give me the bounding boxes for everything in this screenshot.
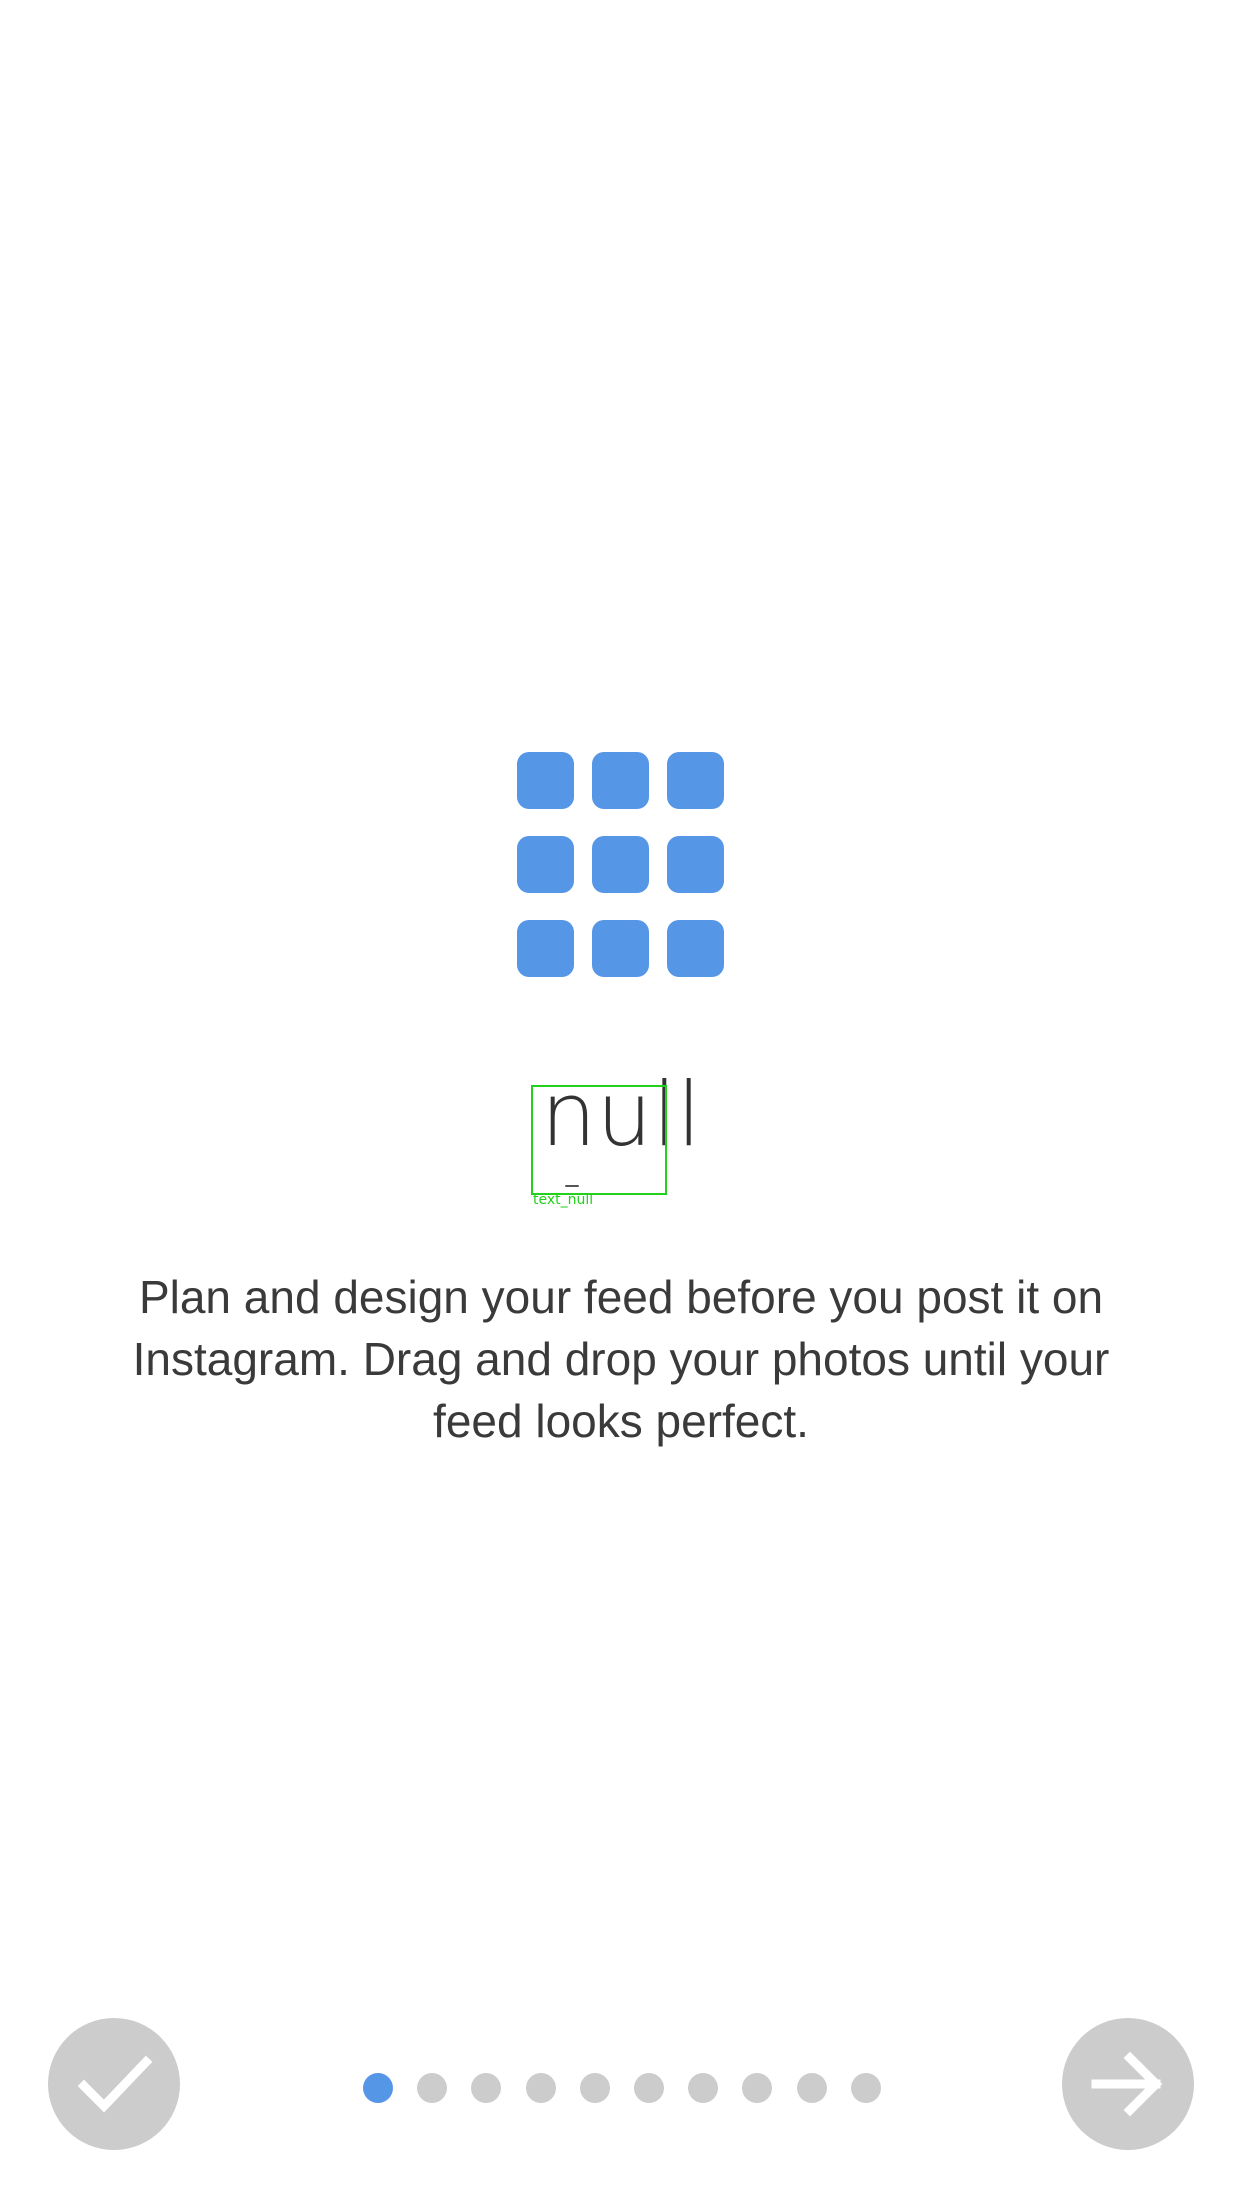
grid-tile (517, 752, 574, 809)
page-dot (634, 2073, 664, 2103)
page-dot (526, 2073, 556, 2103)
debug-bounding-box (531, 1085, 667, 1195)
grid-icon (517, 752, 725, 978)
page-dot (417, 2073, 447, 2103)
page-indicator (0, 2073, 1242, 2103)
page-dot (688, 2073, 718, 2103)
page-dot (580, 2073, 610, 2103)
grid-tile (592, 836, 649, 893)
debug-underline (565, 1185, 579, 1187)
grid-tile (667, 920, 724, 977)
page-dot (471, 2073, 501, 2103)
debug-label: text_null (533, 1192, 594, 1208)
grid-tile (592, 920, 649, 977)
grid-tile (517, 920, 574, 977)
page-dot (851, 2073, 881, 2103)
next-button[interactable] (1062, 2018, 1194, 2150)
arrow-right-icon (1091, 2051, 1163, 2117)
grid-tile (592, 752, 649, 809)
onboarding-description: Plan and design your feed before you pos… (132, 1271, 1110, 1447)
page-dot-active (363, 2073, 393, 2103)
page-dot (797, 2073, 827, 2103)
page-dot (742, 2073, 772, 2103)
grid-tile (667, 836, 724, 893)
grid-tile (517, 836, 574, 893)
grid-tile (667, 752, 724, 809)
